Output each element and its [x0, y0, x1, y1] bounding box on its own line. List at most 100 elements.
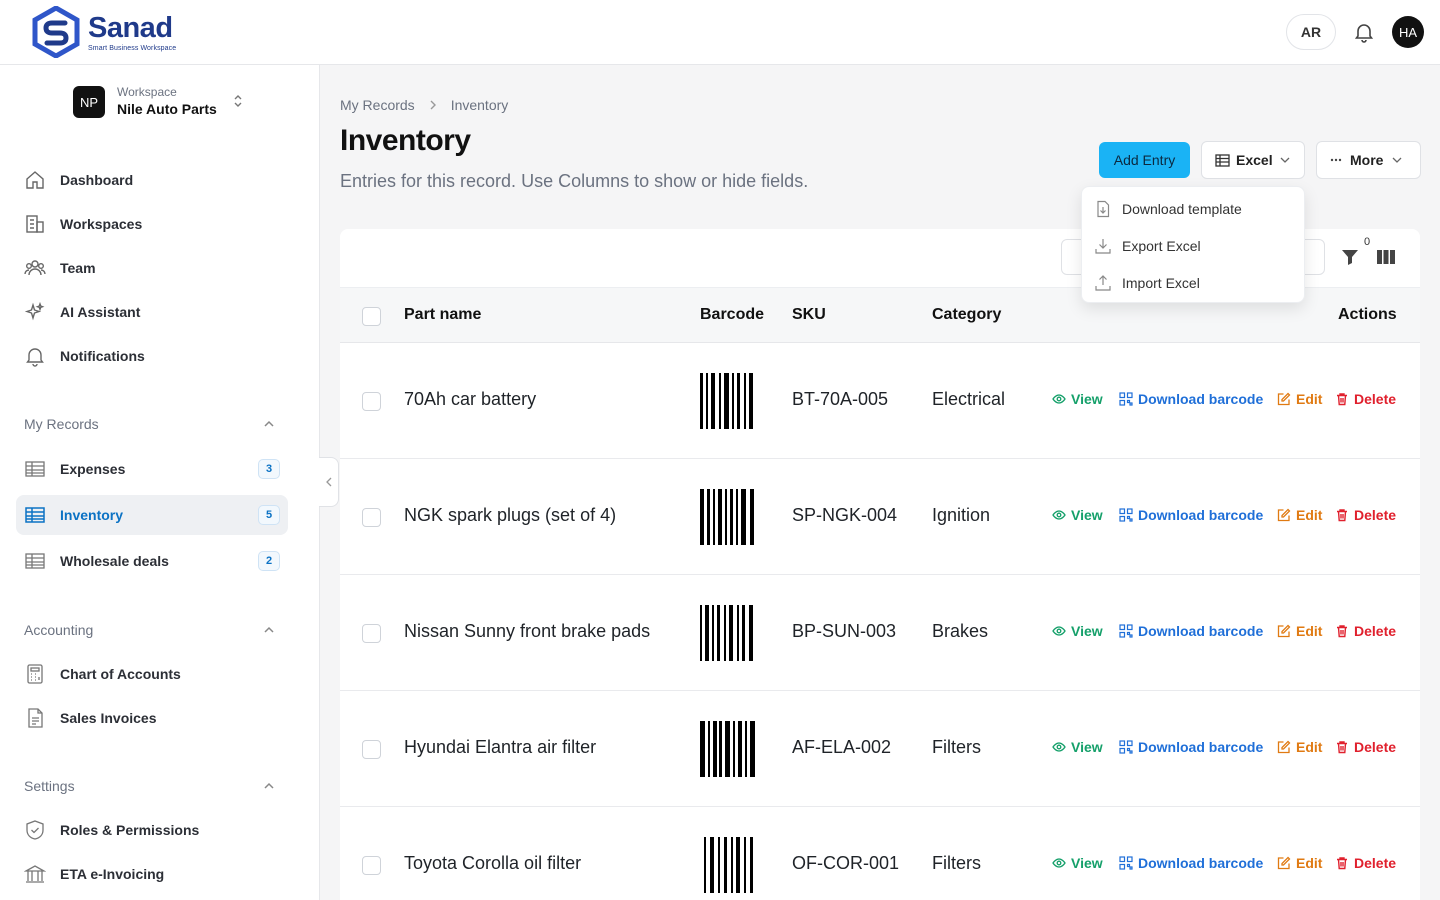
edit-action[interactable]: Edit	[1277, 855, 1322, 871]
column-header-category[interactable]: Category	[932, 306, 1001, 324]
filter-icon[interactable]	[1340, 247, 1360, 267]
sidebar-item-sales-invoices[interactable]: Sales Invoices	[16, 698, 288, 738]
chevron-down-icon	[1280, 157, 1290, 163]
breadcrumb-parent-link[interactable]: My Records	[340, 97, 415, 113]
edit-action[interactable]: Edit	[1277, 623, 1322, 639]
download-icon	[1095, 239, 1111, 254]
sidebar-item-label: ETA e-Invoicing	[60, 866, 165, 882]
delete-action[interactable]: Delete	[1335, 855, 1396, 871]
sidebar-item-label: Inventory	[60, 507, 124, 523]
qr-code-icon	[1119, 624, 1133, 638]
bell-icon	[26, 348, 44, 367]
eye-icon	[1052, 510, 1066, 520]
delete-action[interactable]: Delete	[1335, 507, 1396, 523]
delete-action[interactable]: Delete	[1335, 739, 1396, 755]
edit-icon	[1277, 392, 1291, 406]
add-entry-button[interactable]: Add Entry	[1099, 142, 1190, 178]
menu-item-export-excel[interactable]: Export Excel	[1094, 231, 1294, 261]
column-header-actions: Actions	[1338, 306, 1397, 323]
logo-icon	[32, 6, 80, 58]
count-badge: 3	[258, 459, 280, 479]
sidebar-item-eta-e-invoicing[interactable]: ETA e-Invoicing	[16, 854, 288, 894]
delete-label: Delete	[1354, 507, 1397, 523]
sidebar-item-team[interactable]: Team	[16, 248, 288, 288]
row-checkbox[interactable]	[362, 392, 381, 411]
menu-item-label: Export Excel	[1122, 238, 1201, 254]
row-checkbox[interactable]	[362, 740, 381, 759]
row-checkbox[interactable]	[362, 624, 381, 643]
filter-count-badge: 0	[1364, 236, 1371, 248]
sidebar-item-wholesale-deals[interactable]: Wholesale deals 2	[16, 541, 288, 581]
column-header-part-name[interactable]: Part name	[404, 306, 481, 324]
table-icon	[25, 461, 45, 477]
column-header-barcode[interactable]: Barcode	[700, 306, 764, 324]
count-badge: 2	[258, 551, 280, 571]
column-header-sku[interactable]: SKU	[792, 306, 826, 324]
delete-label: Delete	[1354, 855, 1397, 871]
sidebar-item-label: Sales Invoices	[60, 710, 157, 726]
delete-label: Delete	[1354, 623, 1397, 639]
ellipsis-icon	[1330, 158, 1342, 162]
team-icon	[24, 260, 46, 276]
sidebar-item-notifications[interactable]: Notifications	[16, 336, 288, 376]
page-title: Inventory	[340, 124, 471, 157]
section-my-records[interactable]: My Records	[24, 414, 280, 434]
edit-action[interactable]: Edit	[1277, 739, 1322, 755]
bank-icon	[24, 865, 46, 883]
sidebar-item-expenses[interactable]: Expenses 3	[16, 449, 288, 489]
row-checkbox[interactable]	[362, 508, 381, 527]
sidebar-item-workspaces[interactable]: Workspaces	[16, 204, 288, 244]
more-dropdown-button[interactable]: More	[1316, 141, 1421, 179]
sidebar-item-inventory[interactable]: Inventory 5	[16, 495, 288, 535]
edit-action[interactable]: Edit	[1277, 391, 1322, 407]
download-barcode-action[interactable]: Download barcode	[1119, 391, 1263, 407]
workspace-name: Nile Auto Parts	[117, 101, 217, 117]
view-action[interactable]: View	[1052, 855, 1103, 871]
view-label: View	[1071, 855, 1103, 871]
view-action[interactable]: View	[1052, 623, 1103, 639]
view-action[interactable]: View	[1052, 739, 1103, 755]
language-toggle-button[interactable]: AR	[1286, 14, 1336, 50]
sidebar-item-roles-permissions[interactable]: Roles & Permissions	[16, 810, 288, 850]
qr-code-icon	[1119, 392, 1133, 406]
part-name-cell: Hyundai Elantra air filter	[404, 737, 597, 757]
sku-cell: BP-SUN-003	[792, 621, 897, 641]
view-action[interactable]: View	[1052, 391, 1103, 407]
part-name-cell: 70Ah car battery	[404, 389, 537, 409]
edit-action[interactable]: Edit	[1277, 507, 1322, 523]
download-barcode-action[interactable]: Download barcode	[1119, 507, 1263, 523]
trash-icon	[1337, 857, 1347, 870]
delete-action[interactable]: Delete	[1335, 391, 1396, 407]
table-row: Hyundai Elantra air filter AF-ELA-002 Fi…	[340, 691, 1420, 807]
shield-icon	[26, 820, 44, 840]
sku-cell: BT-70A-005	[792, 389, 889, 409]
file-download-icon	[1097, 200, 1110, 218]
columns-icon[interactable]	[1376, 248, 1396, 266]
edit-label: Edit	[1296, 739, 1323, 755]
sidebar-item-chart-of-accounts[interactable]: Chart of Accounts	[16, 654, 288, 694]
menu-item-import-excel[interactable]: Import Excel	[1094, 268, 1294, 298]
section-settings[interactable]: Settings	[24, 776, 280, 796]
app-logo[interactable]: Sanad Smart Business Workspace	[32, 6, 176, 58]
download-barcode-action[interactable]: Download barcode	[1119, 623, 1263, 639]
sidebar-collapse-button[interactable]	[319, 457, 339, 507]
edit-icon	[1277, 740, 1291, 754]
sidebar-item-label: Dashboard	[60, 172, 134, 188]
menu-item-download-template[interactable]: Download template	[1094, 194, 1294, 224]
section-accounting[interactable]: Accounting	[24, 620, 280, 640]
part-name-cell: NGK spark plugs (set of 4)	[404, 505, 617, 525]
view-action[interactable]: View	[1052, 507, 1103, 523]
category-cell: Brakes	[932, 621, 989, 641]
delete-action[interactable]: Delete	[1335, 623, 1396, 639]
excel-dropdown-button[interactable]: Excel	[1201, 141, 1305, 179]
select-all-checkbox[interactable]	[362, 307, 381, 326]
delete-label: Delete	[1354, 739, 1397, 755]
sidebar-item-dashboard[interactable]: Dashboard	[16, 160, 288, 200]
sidebar-item-ai-assistant[interactable]: AI Assistant	[16, 292, 288, 332]
workspace-switcher[interactable]: NP Workspace Nile Auto Parts	[73, 85, 253, 119]
download-barcode-action[interactable]: Download barcode	[1119, 739, 1263, 755]
row-checkbox[interactable]	[362, 856, 381, 875]
download-barcode-action[interactable]: Download barcode	[1119, 855, 1263, 871]
user-avatar[interactable]: HA	[1392, 16, 1424, 48]
notifications-bell-icon[interactable]	[1352, 20, 1376, 44]
